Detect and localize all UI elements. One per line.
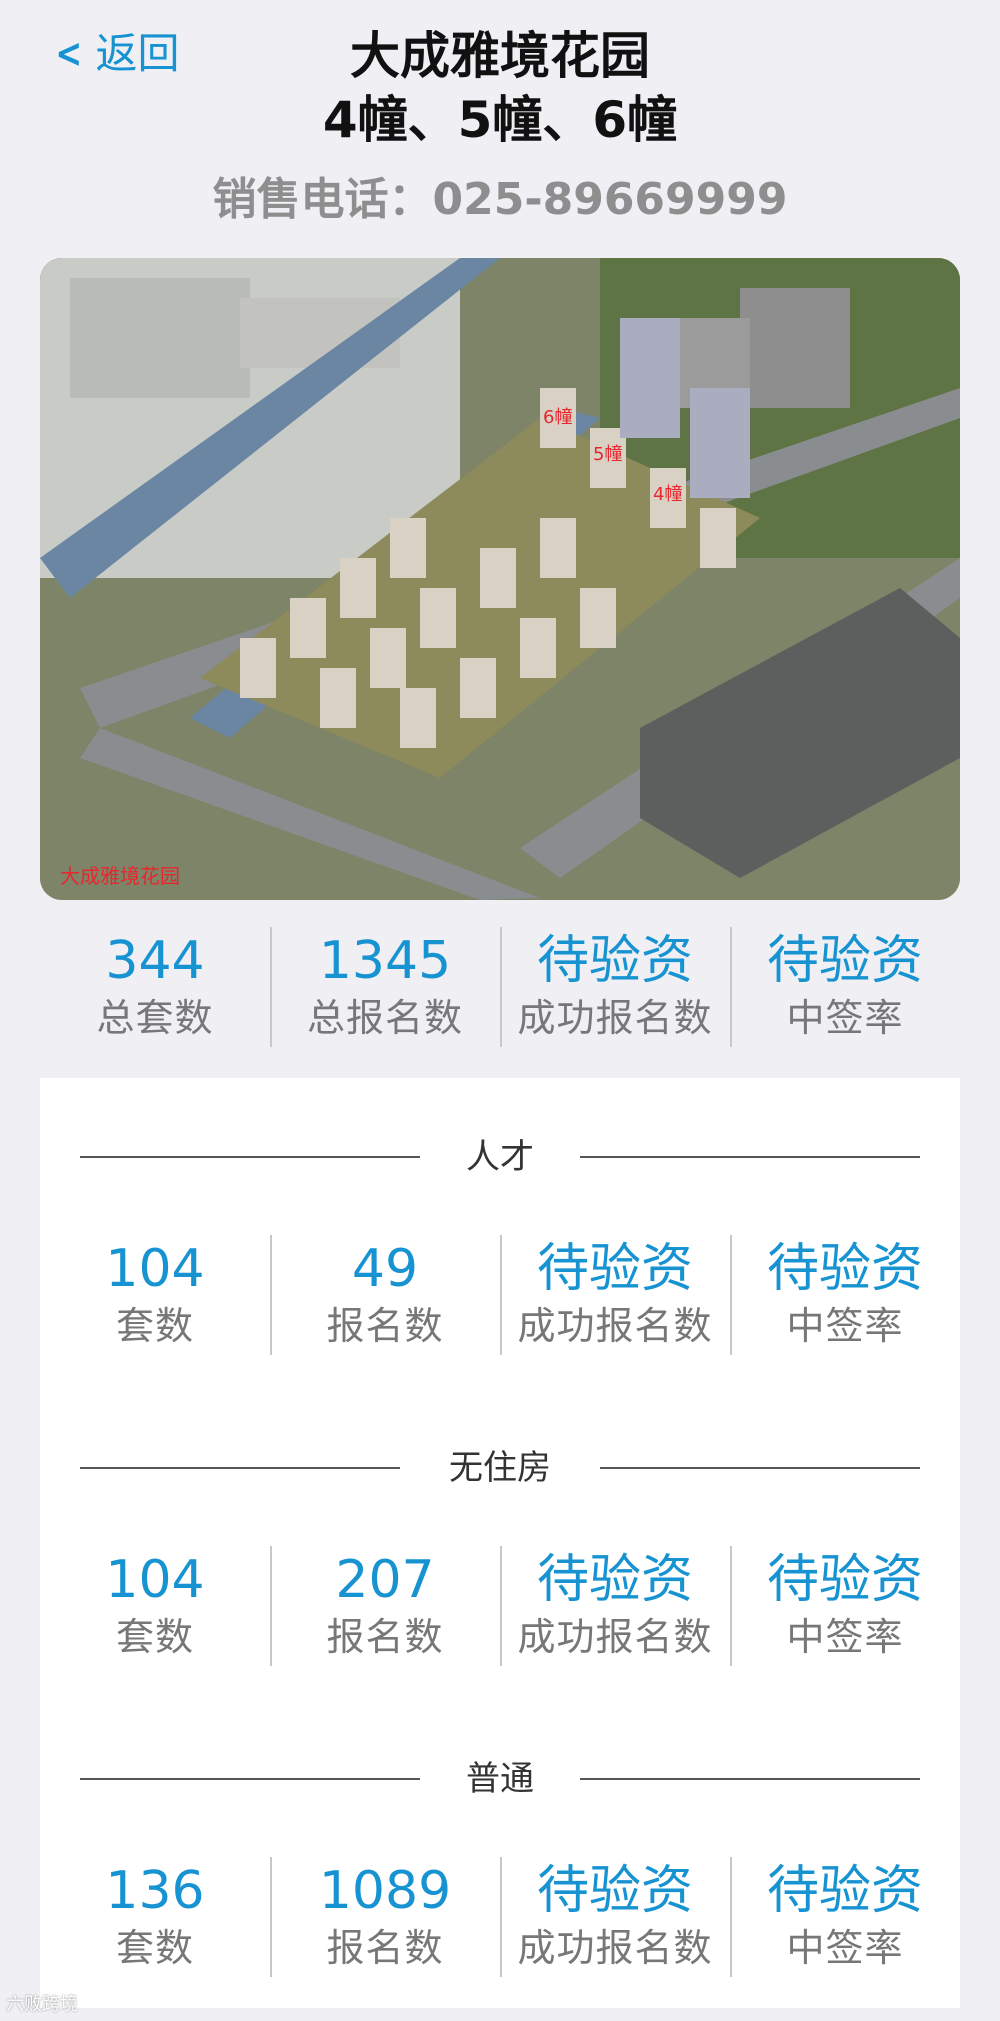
stat-label: 成功报名数	[517, 996, 713, 1040]
stat-registrations: 207 报名数	[270, 1541, 500, 1671]
stat-value: 待验资	[766, 1239, 923, 1299]
stat-value: 49	[351, 1239, 419, 1299]
stat-successful-registrations: 待验资 成功报名数	[500, 922, 730, 1052]
sales-phone[interactable]: 销售电话：025-89669999	[0, 170, 1000, 230]
stat-registrations: 1089 报名数	[270, 1852, 500, 1982]
stat-label: 中签率	[786, 1304, 904, 1348]
group-title: 无住房	[449, 1448, 551, 1488]
stat-value: 待验资	[766, 1550, 923, 1610]
page-title: 大成雅境花园	[350, 27, 650, 85]
group-stats: 104 套数 207 报名数 待验资 成功报名数 待验资 中签率	[40, 1541, 960, 1671]
stat-label: 成功报名数	[517, 1304, 713, 1348]
stat-label: 总套数	[96, 996, 214, 1040]
stat-label: 总报名数	[306, 996, 463, 1040]
group-title: 普通	[466, 1759, 534, 1799]
stat-win-rate: 待验资 中签率	[730, 1852, 960, 1982]
stat-value: 1345	[318, 931, 452, 991]
watermark: 六败跨境	[6, 1994, 78, 2015]
stat-value: 待验资	[766, 1861, 923, 1921]
stat-successful-registrations: 待验资 成功报名数	[500, 1541, 730, 1671]
stat-value: 1089	[318, 1861, 452, 1921]
stat-label: 中签率	[786, 1926, 904, 1970]
stat-value: 待验资	[536, 1861, 693, 1921]
group-divider: 人才	[40, 1127, 960, 1187]
stat-label: 套数	[115, 1615, 194, 1659]
stat-label: 套数	[115, 1304, 194, 1348]
stat-win-rate: 待验资 中签率	[730, 1230, 960, 1360]
stat-units: 136 套数	[40, 1852, 270, 1982]
stat-units: 104 套数	[40, 1541, 270, 1671]
group-stats: 104 套数 49 报名数 待验资 成功报名数 待验资 中签率	[40, 1230, 960, 1360]
group-divider: 普通	[40, 1749, 960, 1809]
stat-value: 104	[105, 1550, 205, 1610]
label-6: 6幢	[543, 407, 572, 428]
stat-value: 136	[105, 1861, 205, 1921]
stat-label: 报名数	[326, 1615, 444, 1659]
aerial-caption: 大成雅境花园	[60, 864, 180, 888]
stat-label: 中签率	[786, 1615, 904, 1659]
stat-value: 待验资	[536, 1550, 693, 1610]
group-title: 人才	[466, 1137, 534, 1177]
aerial-image: 6幢 5幢 4幢 大成雅境花园	[40, 258, 960, 900]
stat-win-rate: 待验资 中签率	[730, 922, 960, 1052]
stat-label: 报名数	[326, 1926, 444, 1970]
group-stats: 136 套数 1089 报名数 待验资 成功报名数 待验资 中签率	[40, 1852, 960, 1982]
stat-win-rate: 待验资 中签率	[730, 1541, 960, 1671]
group-divider: 无住房	[40, 1438, 960, 1498]
stat-value: 104	[105, 1239, 205, 1299]
summary-stats: 344 总套数 1345 总报名数 待验资 成功报名数 待验资 中签率	[40, 922, 960, 1052]
stat-value: 待验资	[766, 931, 923, 991]
stat-label: 中签率	[786, 996, 904, 1040]
stat-value: 344	[105, 931, 205, 991]
page-subtitle: 4幢、5幢、6幢	[322, 91, 678, 149]
stat-successful-registrations: 待验资 成功报名数	[500, 1852, 730, 1982]
stat-label: 成功报名数	[517, 1926, 713, 1970]
label-4: 4幢	[653, 484, 682, 505]
stat-total-units: 344 总套数	[40, 922, 270, 1052]
stat-label: 报名数	[326, 1304, 444, 1348]
stat-value: 待验资	[536, 1239, 693, 1299]
stat-units: 104 套数	[40, 1230, 270, 1360]
stat-label: 成功报名数	[517, 1615, 713, 1659]
stat-value: 待验资	[536, 931, 693, 991]
stat-value: 207	[335, 1550, 435, 1610]
stat-successful-registrations: 待验资 成功报名数	[500, 1230, 730, 1360]
label-5: 5幢	[593, 444, 622, 465]
stat-registrations: 49 报名数	[270, 1230, 500, 1360]
stat-label: 套数	[115, 1926, 194, 1970]
stat-total-registrations: 1345 总报名数	[270, 922, 500, 1052]
aerial-rendering: 6幢 5幢 4幢 大成雅境花园	[40, 258, 960, 900]
